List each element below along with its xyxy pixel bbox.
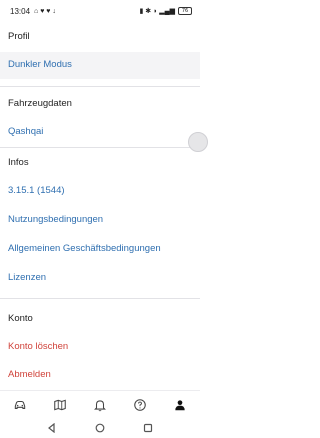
version-link[interactable]: 3.15.1 (1544) [8,185,65,197]
logout-link[interactable]: Abmelden [8,369,51,381]
nav-map-button[interactable] [48,393,72,417]
profile-header: Profil [8,31,30,42]
side-drawer-handle[interactable] [188,132,208,152]
back-button[interactable] [45,421,59,435]
terms-of-use-link[interactable]: Nutzungsbedingungen [8,214,103,226]
bell-icon [94,399,106,411]
map-icon [54,399,66,410]
divider [0,86,200,87]
nav-car-button[interactable] [8,393,32,417]
info-header: Infos [8,157,29,168]
licenses-link[interactable]: Lizenzen [8,272,46,284]
divider [0,298,200,299]
profile-header-section [0,22,200,52]
vehicle-model-link[interactable]: Qashqai [8,126,43,138]
dark-mode-link[interactable]: Dunkler Modus [8,59,72,71]
back-icon [48,423,55,433]
nav-notifications-button[interactable] [88,393,112,417]
status-bar: 13:04 ⌂ ♥ ♥ ↓ ▮ ✱ ◗ ▂▄▆ 76 [0,0,200,22]
person-icon [175,399,185,410]
home-icon [95,423,105,433]
help-icon [134,398,146,411]
delete-account-link[interactable]: Konto löschen [8,341,68,353]
system-nav-bar [0,418,200,438]
home-button[interactable] [93,421,107,435]
nav-profile-button[interactable] [168,393,192,417]
clock: 13:04 [10,6,31,16]
bottom-nav [0,390,200,418]
recents-icon [143,423,153,433]
general-terms-link[interactable]: Allgemeinen Geschäftsbedingungen [8,243,161,255]
signal-icons: ▮ ✱ ◗ ▂▄▆ [139,7,175,15]
vehicle-header: Fahrzeugdaten [8,98,72,109]
divider [0,147,200,148]
nav-help-button[interactable] [128,393,152,417]
notification-icons: ⌂ ♥ ♥ ↓ [34,7,56,15]
battery-icon: 76 [178,7,192,15]
car-icon [14,400,26,409]
recents-button[interactable] [141,421,155,435]
account-header: Konto [8,313,33,324]
battery-level: 76 [181,8,189,14]
